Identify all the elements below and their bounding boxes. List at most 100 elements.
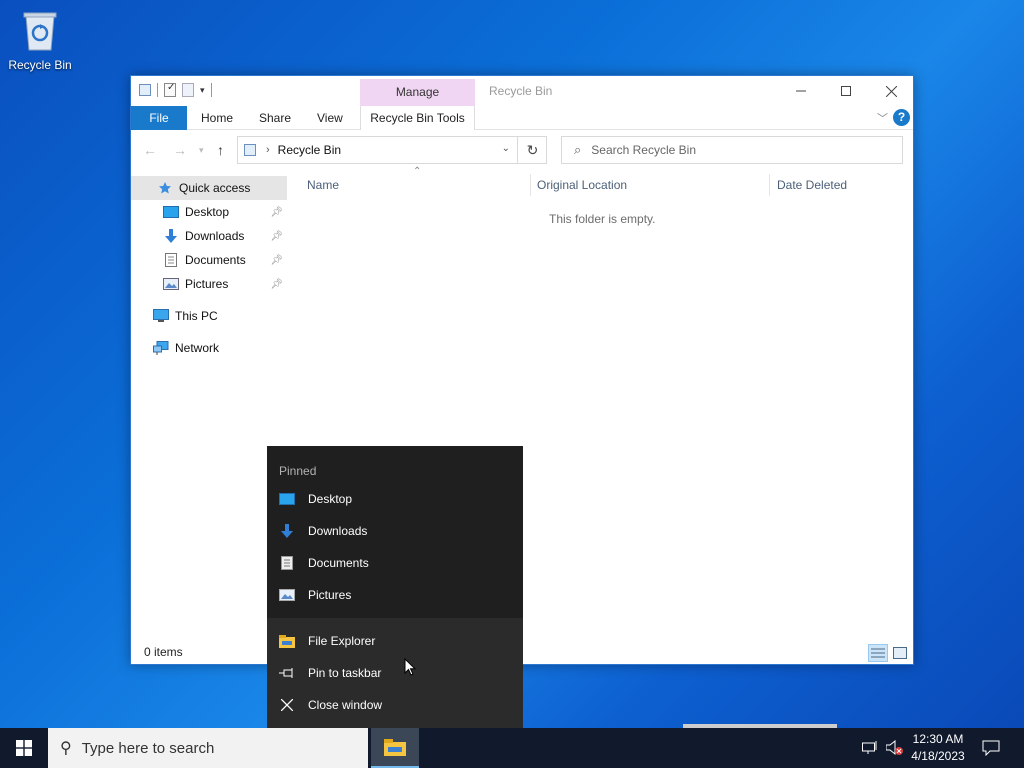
toolbar-separator [157, 83, 158, 97]
recycle-bin-desktop-icon[interactable]: Recycle Bin [6, 8, 74, 76]
jump-list-close-window[interactable]: Close window [267, 689, 523, 721]
search-icon: ⌕ [574, 142, 582, 157]
sidebar-item-label: This PC [175, 309, 218, 323]
jump-list-pinned-header: Pinned [279, 464, 317, 478]
sidebar-item-label: Downloads [185, 229, 245, 243]
search-icon: ⚲ [60, 740, 72, 757]
star-icon [157, 181, 173, 195]
new-folder-icon[interactable] [182, 83, 194, 97]
jump-list-item-downloads[interactable]: Downloads [267, 515, 523, 547]
windows-logo-icon [16, 740, 32, 756]
ribbon-tab-bar: File Home Share View Recycle Bin Tools ﹀… [131, 106, 913, 130]
manage-contextual-tab[interactable]: Manage [360, 79, 475, 106]
computer-icon [153, 309, 169, 323]
empty-folder-message: This folder is empty. [549, 212, 656, 226]
sidebar-item-quick-access[interactable]: Quick access [131, 176, 287, 200]
window-title: Recycle Bin [489, 84, 553, 98]
item-count: 0 items [144, 645, 183, 659]
start-button[interactable] [0, 728, 48, 768]
jump-list-file-explorer[interactable]: File Explorer [267, 625, 523, 657]
action-center-button[interactable] [982, 728, 1000, 768]
sidebar-item-desktop[interactable]: Desktop 📌︎ [131, 200, 287, 224]
jump-list-actions: File Explorer Pin to taskbar Close windo… [267, 618, 523, 728]
close-button[interactable] [868, 76, 914, 106]
recycle-bin-address-icon [244, 144, 256, 156]
sidebar-item-label: Desktop [185, 205, 230, 219]
column-header-date-deleted[interactable]: Date Deleted [777, 174, 847, 196]
breadcrumb-chevron-icon[interactable]: › [266, 144, 270, 156]
column-separator[interactable] [530, 174, 531, 196]
jump-list-item-pictures[interactable]: Pictures [267, 579, 523, 611]
navigation-pane: Quick access Desktop 📌︎ Downloads 📌︎ Doc… [131, 172, 289, 642]
sidebar-item-pictures[interactable]: Pictures 📌︎ [131, 272, 287, 296]
notification-icon [982, 740, 1000, 756]
minimize-button[interactable] [778, 76, 824, 106]
jump-list-item-label: Pictures [308, 588, 352, 602]
minimize-icon [796, 90, 806, 92]
jump-list-action-label: File Explorer [308, 634, 376, 648]
refresh-button[interactable]: ↻ [517, 136, 547, 164]
jump-list-item-documents[interactable]: Documents [267, 547, 523, 579]
pin-icon[interactable]: 📌︎ [270, 279, 283, 290]
sort-ascending-icon: ⌃ [413, 166, 422, 177]
column-separator[interactable] [769, 174, 770, 196]
tab-file[interactable]: File [131, 106, 187, 130]
close-icon [885, 85, 897, 97]
sidebar-item-label: Pictures [185, 277, 229, 291]
pin-icon [279, 665, 295, 681]
network-tray-icon[interactable] [862, 728, 880, 768]
file-explorer-icon [384, 739, 406, 756]
document-icon [279, 555, 295, 571]
search-box[interactable]: ⌕ [561, 136, 903, 164]
maximize-button[interactable] [823, 76, 869, 106]
back-arrow-icon[interactable]: ← [143, 142, 157, 158]
explorer-jump-list: Pinned Desktop Downloads Documents Pictu… [267, 446, 523, 728]
sidebar-item-documents[interactable]: Documents 📌︎ [131, 248, 287, 272]
customize-toolbar-icon[interactable]: ▾ [200, 85, 205, 96]
sidebar-item-downloads[interactable]: Downloads 📌︎ [131, 224, 287, 248]
sidebar-item-this-pc[interactable]: This PC [131, 304, 287, 328]
recycle-bin-small-icon [139, 84, 151, 96]
pin-icon[interactable]: 📌︎ [270, 231, 283, 242]
properties-icon[interactable]: ✓ [164, 82, 176, 97]
quick-access-toolbar: ✓ ▾ [139, 82, 212, 97]
pictures-icon [163, 277, 179, 291]
sidebar-item-label: Network [175, 341, 220, 355]
pin-icon[interactable]: 📌︎ [270, 255, 283, 266]
jump-list-pin-to-taskbar[interactable]: Pin to taskbar [267, 657, 523, 689]
tab-recycle-bin-tools[interactable]: Recycle Bin Tools [360, 106, 475, 130]
tab-share[interactable]: Share [249, 106, 301, 130]
breadcrumb[interactable]: Recycle Bin [278, 143, 341, 157]
sidebar-item-label: Quick access [179, 181, 251, 195]
pin-icon[interactable]: 📌︎ [270, 207, 283, 218]
sidebar-item-network[interactable]: Network [131, 336, 287, 360]
recent-locations-chevron-icon[interactable]: ▾ [199, 145, 204, 156]
taskbar-clock[interactable]: 12:30 AM 4/18/2023 [906, 731, 970, 765]
volume-tray-icon[interactable] [886, 728, 904, 768]
jump-list-item-desktop[interactable]: Desktop [267, 483, 523, 515]
forward-arrow-icon[interactable]: → [173, 142, 187, 158]
tab-view[interactable]: View [307, 106, 353, 130]
search-input[interactable] [591, 143, 882, 157]
desktop-folder-icon [279, 491, 295, 507]
jump-list-item-label: Desktop [308, 492, 353, 506]
download-arrow-icon [279, 523, 295, 539]
title-bar[interactable]: ✓ ▾ Manage Recycle Bin [131, 76, 913, 106]
file-explorer-icon [279, 633, 295, 649]
navigation-bar: ← → ▾ ↑ › Recycle Bin ⌄ ↻ ⌕ [131, 130, 913, 170]
column-header-name[interactable]: Name [307, 174, 339, 196]
help-icon[interactable]: ? [893, 109, 910, 126]
up-arrow-icon[interactable]: ↑ [217, 142, 224, 158]
recycle-bin-desktop-label: Recycle Bin [8, 58, 72, 72]
address-dropdown-icon[interactable]: ⌄ [502, 143, 510, 154]
large-icons-view-button[interactable] [890, 644, 910, 662]
details-view-button[interactable] [868, 644, 888, 662]
taskbar-search-box[interactable]: ⚲ Type here to search [48, 728, 368, 768]
taskbar-search-placeholder: Type here to search [81, 739, 215, 757]
expand-ribbon-icon[interactable]: ﹀ [877, 110, 888, 126]
volume-muted-icon [886, 740, 903, 756]
column-header-original-location[interactable]: Original Location [537, 174, 627, 196]
tab-home[interactable]: Home [191, 106, 243, 130]
taskbar-file-explorer-button[interactable] [371, 728, 419, 768]
address-bar[interactable]: › Recycle Bin ⌄ [237, 136, 547, 164]
